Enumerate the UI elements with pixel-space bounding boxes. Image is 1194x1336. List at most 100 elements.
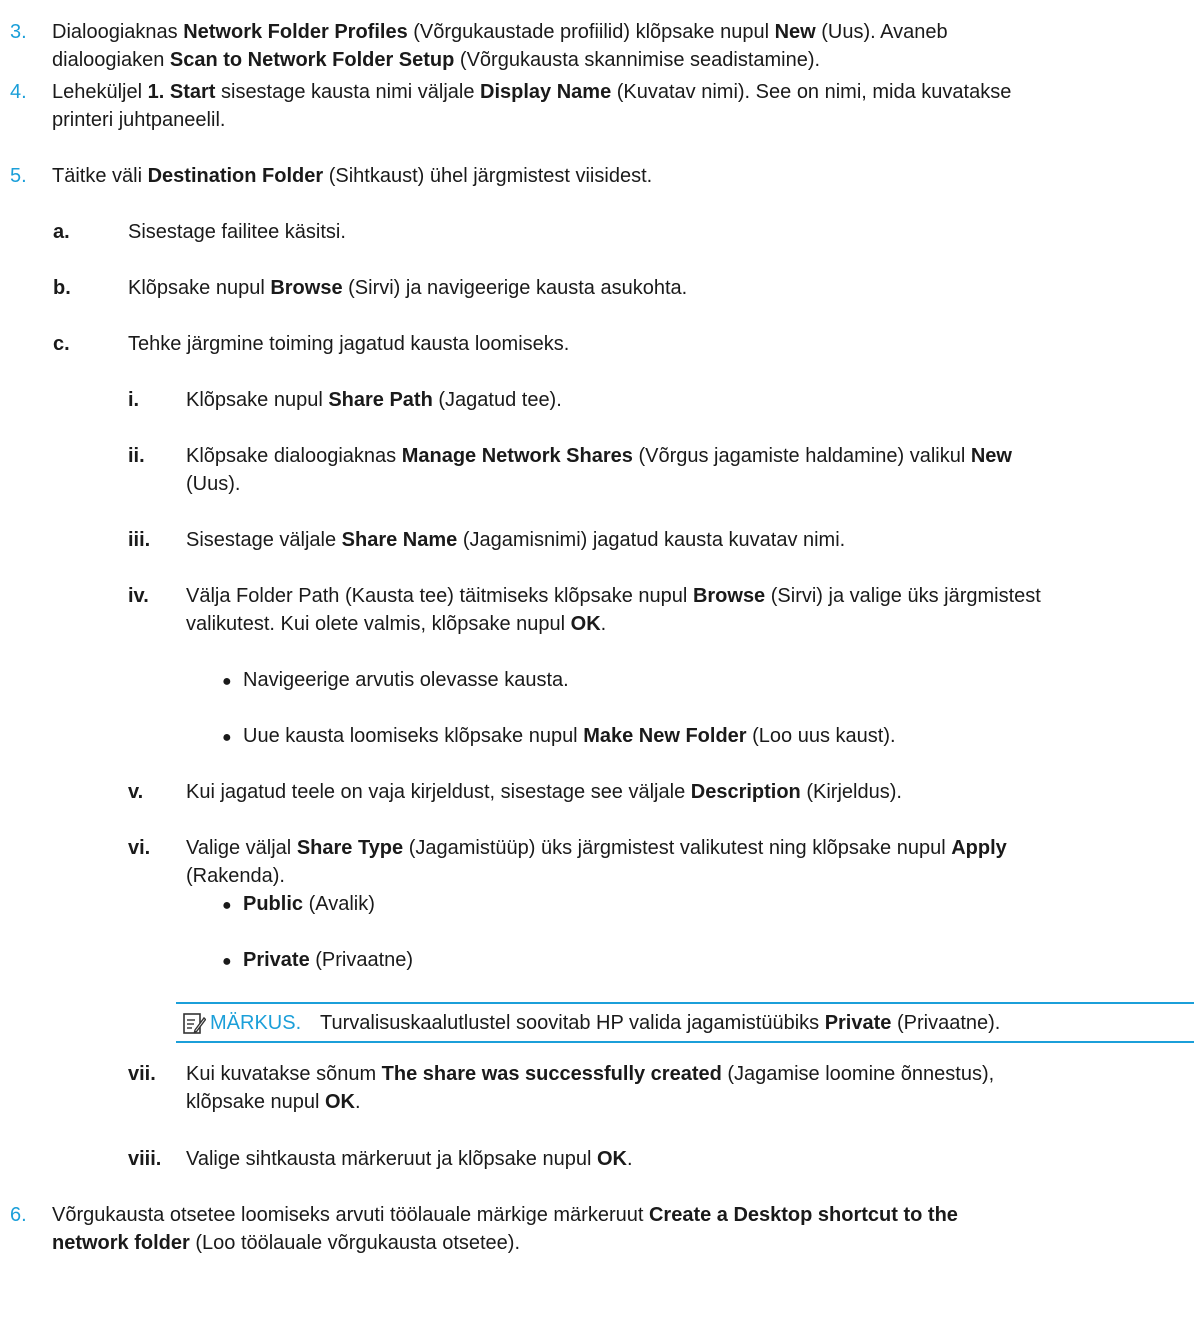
bullet-marker: ● bbox=[222, 673, 232, 690]
ui-term: The share was successfully created bbox=[381, 1063, 722, 1085]
text-segment: (Sirvi) ja valige üks järgmistest bbox=[765, 585, 1041, 607]
step-text-line: Kui kuvatakse sõnum The share was succes… bbox=[186, 1060, 994, 1088]
text-segment: (Võrgukausta skannimise seadistamine). bbox=[454, 49, 821, 71]
ui-term: Description bbox=[690, 781, 801, 803]
step-text-line: (Uus). bbox=[186, 470, 240, 498]
text-segment: Kui kuvatakse sõnum bbox=[186, 1063, 382, 1085]
bullet-marker: ● bbox=[222, 729, 232, 746]
step-text-line: Sisestage failitee käsitsi. bbox=[128, 218, 346, 246]
step-text-line: (Rakenda). bbox=[186, 862, 285, 890]
step-text-line: Sisestage väljale Share Name (Jagamisnim… bbox=[186, 526, 845, 554]
text-segment: . bbox=[354, 1091, 361, 1113]
ui-term: OK bbox=[570, 613, 601, 635]
step-text-line: Välja Folder Path (Kausta tee) täitmisek… bbox=[186, 582, 1041, 610]
step-marker: iv. bbox=[128, 585, 149, 607]
ui-term: New bbox=[774, 21, 816, 43]
text-segment: (Uus). Avaneb bbox=[815, 21, 948, 43]
text-segment: (Uus). bbox=[186, 473, 241, 495]
text-segment: (Jagamistüüp) üks järgmistest valikutest… bbox=[403, 837, 952, 859]
step-marker: i. bbox=[128, 389, 140, 411]
ui-term: Manage Network Shares bbox=[401, 445, 633, 467]
step-text-line: Valige sihtkausta märkeruut ja klõpsake … bbox=[186, 1145, 633, 1173]
note-pencil-icon bbox=[183, 1013, 206, 1034]
ui-term: Private bbox=[243, 949, 310, 971]
step-text-line: Kui jagatud teele on vaja kirjeldust, si… bbox=[186, 778, 902, 806]
step-text-line: Klõpsake dialoogiaknas Manage Network Sh… bbox=[186, 442, 1012, 470]
ui-term: Share Path bbox=[328, 389, 433, 411]
step-text-line: Klõpsake nupul Share Path (Jagatud tee). bbox=[186, 386, 562, 414]
ui-term: Share Name bbox=[341, 529, 458, 551]
text-segment: Valige väljal bbox=[186, 837, 297, 859]
text-segment: (Jagamise loomine õnnestus), bbox=[721, 1063, 995, 1085]
ui-term: Apply bbox=[951, 837, 1007, 859]
text-segment: (Rakenda). bbox=[186, 865, 285, 887]
step-text-line: Tehke järgmine toiming jagatud kausta lo… bbox=[128, 330, 569, 358]
ui-term: network folder bbox=[52, 1232, 190, 1254]
note-label: MÄRKUS. bbox=[210, 1012, 302, 1034]
text-segment: Dialoogiaknas bbox=[52, 21, 184, 43]
text-segment: (Loo töölauale võrgukausta otsetee). bbox=[189, 1232, 521, 1254]
text-segment: Navigeerige arvutis olevasse kausta. bbox=[243, 669, 569, 691]
bullet-marker: ● bbox=[222, 953, 232, 970]
text-segment: (Privaatne) bbox=[309, 949, 414, 971]
text-segment: printeri juhtpaneelil. bbox=[52, 109, 226, 131]
text-segment: sisestage kausta nimi väljale bbox=[215, 81, 481, 103]
step-text-line: klõpsake nupul OK. bbox=[186, 1088, 361, 1116]
text-segment: Klõpsake dialoogiaknas bbox=[186, 445, 402, 467]
step-text-line: Leheküljel 1. Start sisestage kausta nim… bbox=[52, 78, 1011, 106]
text-segment: Klõpsake nupul bbox=[186, 389, 329, 411]
ui-term: Public bbox=[243, 893, 304, 915]
text-segment: Klõpsake nupul bbox=[128, 277, 271, 299]
text-segment: Leheküljel bbox=[52, 81, 148, 103]
text-segment: (Võrgukaustade profiilid) klõpsake nupul bbox=[407, 21, 775, 43]
step-text-line: network folder (Loo töölauale võrgukaust… bbox=[52, 1229, 520, 1257]
step-marker: c. bbox=[53, 333, 70, 355]
ui-term: Display Name bbox=[480, 81, 612, 103]
ui-term: Browse bbox=[270, 277, 343, 299]
text-segment: . bbox=[626, 1148, 633, 1170]
step-marker: b. bbox=[53, 277, 71, 299]
step-marker: vii. bbox=[128, 1063, 156, 1085]
step-marker: ii. bbox=[128, 445, 145, 467]
step-text-line: Täitke väli Destination Folder (Sihtkaus… bbox=[52, 162, 652, 190]
step-text-line: Public (Avalik) bbox=[243, 890, 375, 918]
step-text-line: Private (Privaatne) bbox=[243, 946, 413, 974]
step-marker: 5. bbox=[10, 165, 27, 187]
text-segment: (Avalik) bbox=[303, 893, 375, 915]
step-text-line: valikutest. Kui olete valmis, klõpsake n… bbox=[186, 610, 606, 638]
step-text-line: Dialoogiaknas Network Folder Profiles (V… bbox=[52, 18, 948, 46]
step-text-line: dialoogiaken Scan to Network Folder Setu… bbox=[52, 46, 820, 74]
ui-term: Destination Folder bbox=[147, 165, 324, 187]
ui-term: Share Type bbox=[296, 837, 404, 859]
note-text: Turvalisuskaalutlustel soovitab HP valid… bbox=[320, 1012, 1001, 1034]
step-marker: iii. bbox=[128, 529, 151, 551]
step-text-line: Uue kausta loomiseks klõpsake nupul Make… bbox=[243, 722, 896, 750]
note-box: MÄRKUS. Turvalisuskaalutlustel soovitab … bbox=[176, 1002, 1194, 1043]
ui-term: Browse bbox=[692, 585, 766, 607]
text-segment: Valige sihtkausta märkeruut ja klõpsake … bbox=[186, 1148, 597, 1170]
text-segment: (Loo uus kaust). bbox=[746, 725, 896, 747]
text-segment: (Kuvatav nimi). See on nimi, mida kuvata… bbox=[611, 81, 1012, 103]
ui-term: Scan to Network Folder Setup bbox=[169, 49, 455, 71]
ui-term: 1. Start bbox=[147, 81, 216, 103]
bullet-marker: ● bbox=[222, 897, 232, 914]
ui-term: Make New Folder bbox=[583, 725, 747, 747]
step-marker: viii. bbox=[128, 1148, 162, 1170]
text-segment: (Sirvi) ja navigeerige kausta asukohta. bbox=[342, 277, 688, 299]
text-segment: (Sihtkaust) ühel järgmistest viisidest. bbox=[323, 165, 653, 187]
text-segment: klõpsake nupul bbox=[186, 1091, 325, 1113]
step-marker: 4. bbox=[10, 81, 27, 103]
step-text-line: Võrgukausta otsetee loomiseks arvuti töö… bbox=[52, 1201, 958, 1229]
ui-term: Network Folder Profiles bbox=[183, 21, 408, 43]
step-marker: a. bbox=[53, 221, 70, 243]
text-segment: Sisestage väljale bbox=[186, 529, 342, 551]
step-marker: v. bbox=[128, 781, 144, 803]
step-marker: 6. bbox=[10, 1204, 27, 1226]
text-segment: (Jagamisnimi) jagatud kausta kuvatav nim… bbox=[457, 529, 846, 551]
ui-term: OK bbox=[596, 1148, 627, 1170]
ui-term: New bbox=[970, 445, 1012, 467]
text-segment: dialoogiaken bbox=[52, 49, 170, 71]
text-segment: . bbox=[600, 613, 607, 635]
step-text-line: Klõpsake nupul Browse (Sirvi) ja navigee… bbox=[128, 274, 687, 302]
text-segment: Välja Folder Path (Kausta tee) täitmisek… bbox=[186, 585, 693, 607]
